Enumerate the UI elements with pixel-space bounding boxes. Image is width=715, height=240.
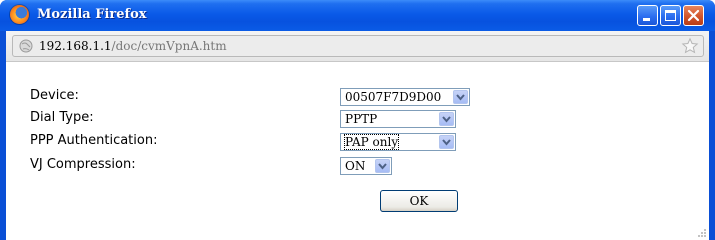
ppp-authentication-select[interactable]: PAP only — [340, 133, 456, 151]
maximize-button[interactable] — [660, 5, 681, 26]
content-area: 192.168.1.1/doc/cvmVpnA.htm Device: 0050… — [6, 31, 709, 240]
dial-type-select[interactable]: PPTP — [340, 110, 456, 128]
chevron-down-icon[interactable] — [439, 135, 454, 149]
dial-type-label: Dial Type: — [30, 110, 94, 125]
chevron-down-icon[interactable] — [375, 159, 390, 173]
resize-grip-icon[interactable] — [697, 228, 707, 238]
window-title: Mozilla Firefox — [37, 7, 147, 22]
vj-compression-label: VJ Compression: — [30, 157, 136, 172]
minimize-button[interactable] — [637, 5, 658, 26]
url-text: 192.168.1.1/doc/cvmVpnA.htm — [39, 39, 227, 53]
ppp-authentication-label: PPP Authentication: — [30, 133, 158, 148]
device-select[interactable]: 00507F7D9D00 — [340, 88, 470, 106]
vj-compression-select[interactable]: ON — [340, 157, 392, 175]
chevron-down-icon[interactable] — [453, 90, 468, 104]
vj-compression-value: ON — [345, 159, 366, 173]
ppp-authentication-value: PAP only — [343, 134, 400, 150]
device-label: Device: — [30, 88, 79, 103]
vpn-settings-form: Device: 00507F7D9D00 Dial Type: PPTP PPP… — [6, 61, 709, 240]
ok-button[interactable]: OK — [380, 190, 458, 212]
close-icon — [687, 9, 700, 22]
device-value: 00507F7D9D00 — [345, 90, 442, 104]
title-bar[interactable]: Mozilla Firefox — [0, 0, 715, 31]
browser-popup-window: Mozilla Firefox 192.168.1.1/doc/cvmVpnA.… — [0, 0, 715, 240]
firefox-logo-icon — [10, 5, 29, 24]
dial-type-value: PPTP — [345, 112, 378, 126]
minimize-icon — [643, 18, 650, 21]
url-path: /doc/cvmVpnA.htm — [111, 39, 227, 53]
location-bar: 192.168.1.1/doc/cvmVpnA.htm — [6, 31, 709, 62]
chevron-down-icon[interactable] — [439, 112, 454, 126]
globe-icon — [19, 39, 33, 53]
url-host: 192.168.1.1 — [39, 39, 112, 53]
bookmark-star-icon[interactable] — [681, 37, 699, 55]
close-button[interactable] — [683, 5, 704, 26]
maximize-icon — [665, 10, 676, 21]
url-field[interactable]: 192.168.1.1/doc/cvmVpnA.htm — [12, 35, 704, 57]
